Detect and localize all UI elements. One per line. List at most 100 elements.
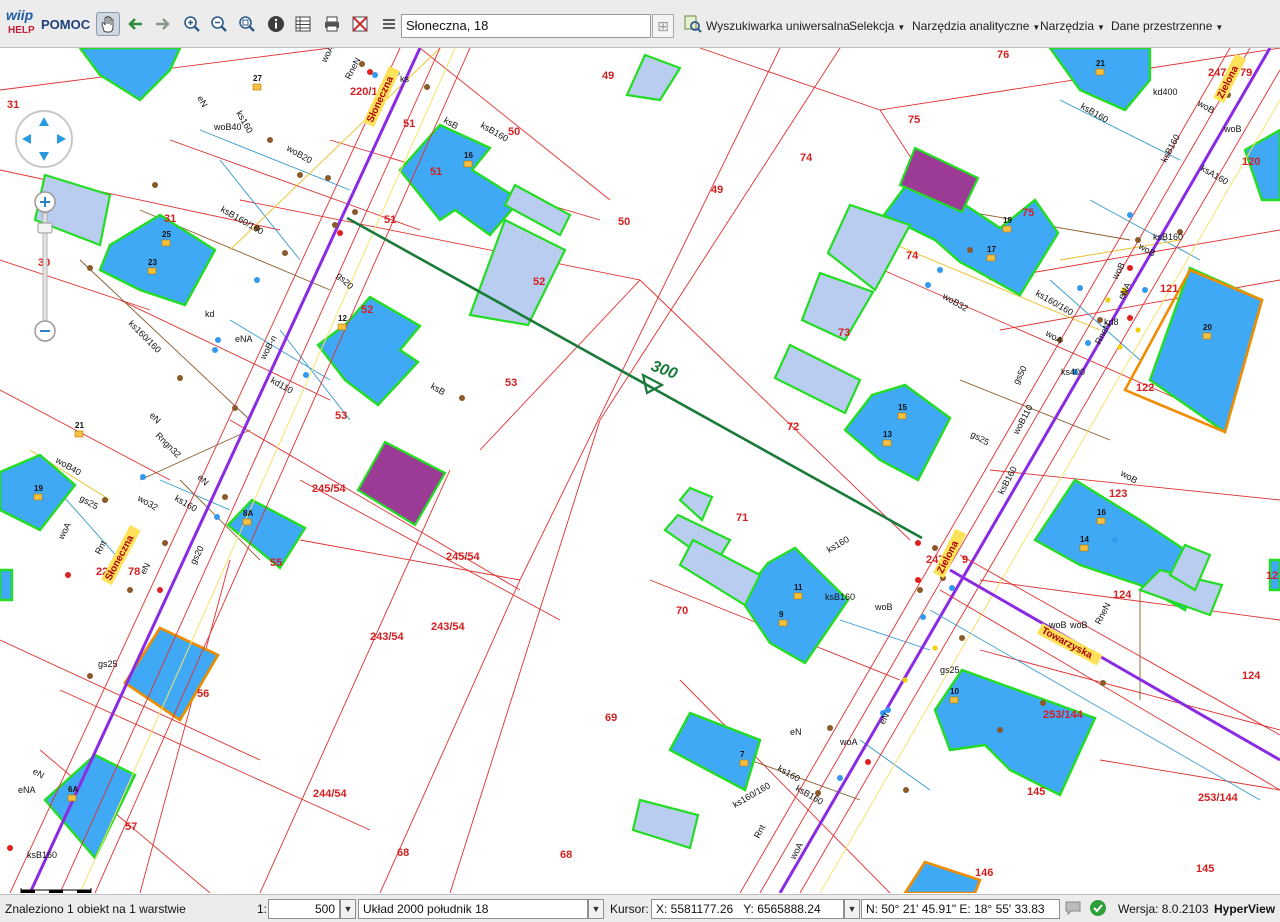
pan-hand-icon[interactable] <box>96 12 120 36</box>
utility-point-brown <box>152 182 158 188</box>
menu-selection[interactable]: Selekcja ▼ <box>849 19 905 33</box>
parcel-number-label: 68 <box>397 847 409 859</box>
utility-label: woB <box>1118 468 1139 486</box>
building <box>843 383 952 482</box>
utility-point-blue <box>1085 340 1091 346</box>
envelope-icon <box>161 239 171 247</box>
building <box>668 711 762 792</box>
menu-selection-label: Selekcja <box>849 19 895 33</box>
utility-point-yellow <box>932 645 938 651</box>
utility-label: kd <box>205 309 215 319</box>
address-number-label: 21 <box>1096 59 1105 68</box>
utility-point-blue <box>372 72 378 78</box>
zoom-out-icon[interactable] <box>207 12 231 36</box>
wiip-help-logo[interactable]: wiip HELP POMOC <box>6 7 90 41</box>
status-ok-icon[interactable] <box>1087 897 1109 919</box>
utility-point-blue <box>212 347 218 353</box>
utility-point-brown <box>967 247 973 253</box>
info-icon[interactable] <box>264 12 288 36</box>
back-arrow-icon[interactable] <box>124 12 148 36</box>
envelope-icon <box>1202 332 1212 340</box>
zoom-extent-icon[interactable] <box>235 12 259 36</box>
utility-point-brown <box>1135 237 1141 243</box>
building <box>738 546 850 665</box>
menu-spatial-data[interactable]: Dane przestrzenne ▼ <box>1111 19 1223 33</box>
scale-input[interactable]: 500 <box>268 899 340 919</box>
parcel-number-label: 120 <box>1242 156 1260 168</box>
map-canvas[interactable]: 49 50 75 74 49 50 51 51 51 52 52 53 53 245/54 245/54 24… <box>0 48 1280 893</box>
parcel-number-label: 49 <box>711 184 723 196</box>
street-name-text: Słoneczna <box>365 74 396 124</box>
clear-selection-icon[interactable] <box>348 12 372 36</box>
crs-select[interactable]: Układ 2000 południk 18 <box>358 899 588 919</box>
envelope-icon <box>242 518 252 526</box>
utility-label: ksB160 <box>479 120 510 144</box>
coords-dropdown-icon[interactable]: ▼ <box>844 899 860 919</box>
parcel-number-label: 71 <box>736 512 748 524</box>
comment-icon[interactable] <box>1062 897 1084 919</box>
pan-control[interactable] <box>14 109 74 169</box>
universal-search-icon[interactable] <box>681 12 705 36</box>
utility-point-yellow <box>902 677 908 683</box>
parcel-number-label: 49 <box>602 70 614 82</box>
address-number-label: 11 <box>794 583 803 592</box>
menu-analytic-tools[interactable]: Narzędzia analityczne ▼ <box>912 19 1040 33</box>
envelope-icon <box>337 323 347 331</box>
utility-point-red <box>865 759 871 765</box>
building-highlighted <box>356 440 447 527</box>
parcel-boundary <box>449 419 601 893</box>
pomoc-link[interactable]: POMOC <box>41 17 90 32</box>
utility-label: woA <box>839 737 858 747</box>
utility-label: ksB <box>429 381 447 397</box>
utility-point-brown <box>232 405 238 411</box>
table-icon[interactable] <box>291 12 315 36</box>
parcel-number-label: 50 <box>508 126 520 138</box>
address-search-input[interactable]: Słoneczna, 18 <box>401 14 651 38</box>
parcel-number-label: 243/54 <box>370 631 405 643</box>
zoom-in-icon[interactable] <box>180 12 204 36</box>
utility-label: woA <box>787 841 805 862</box>
utility-point-blue <box>837 775 843 781</box>
utility-label: gs25 <box>98 659 118 669</box>
building-outbuilding <box>773 343 862 415</box>
menu-universal-search[interactable]: Wyszukiwarka uniwersalna <box>706 19 850 33</box>
parcel-number-label: 57 <box>125 821 137 833</box>
scale-dropdown-icon[interactable]: ▼ <box>340 899 356 919</box>
parcel-number-label: 146 <box>975 867 993 879</box>
utility-label: ksB160/160 <box>219 204 265 236</box>
print-icon[interactable] <box>320 12 344 36</box>
crs-dropdown-icon[interactable]: ▼ <box>588 899 604 919</box>
envelope-icon <box>739 759 749 767</box>
utility-point-brown <box>932 545 938 551</box>
utility-label: RneN <box>1093 601 1113 626</box>
menu-analytic-tools-label: Narzędzia analityczne <box>912 19 1030 33</box>
parcel-number-label: 70 <box>676 605 688 617</box>
envelope-icon <box>897 412 907 420</box>
utility-point-brown <box>917 587 923 593</box>
utility-point-brown <box>903 787 909 793</box>
utility-point-blue <box>885 707 891 713</box>
cursor-label: Kursor: <box>610 902 649 916</box>
envelope-icon <box>74 430 84 438</box>
forward-arrow-icon[interactable] <box>150 12 174 36</box>
parcel-number-label: 244/54 <box>313 788 348 800</box>
parcel-number-label: 52 <box>533 276 545 288</box>
utility-label: ks400 <box>1061 367 1085 377</box>
parcel-number-label: 55 <box>270 557 282 569</box>
envelope-icon <box>1002 225 1012 233</box>
utility-point-blue <box>937 267 943 273</box>
zoom-slider[interactable] <box>33 191 57 343</box>
utility-label: woB <box>1223 124 1242 134</box>
hamburger-menu-icon[interactable] <box>377 12 401 36</box>
utility-label: woA <box>318 48 336 65</box>
add-address-icon[interactable]: ⊞ <box>652 14 674 38</box>
cursor-y: Y: 6565888.24 <box>743 902 821 916</box>
menu-tools[interactable]: Narzędzia ▼ <box>1040 19 1105 33</box>
utility-label: woB <box>1048 620 1067 630</box>
parcel-number-label: 243/54 <box>431 621 466 633</box>
utility-label: Rnt <box>93 538 109 556</box>
menu-universal-search-label: Wyszukiwarka uniwersalna <box>706 19 850 33</box>
utility-point-yellow <box>1117 344 1123 350</box>
utility-point-brown <box>1040 700 1046 706</box>
address-number-label: 7 <box>740 750 745 759</box>
